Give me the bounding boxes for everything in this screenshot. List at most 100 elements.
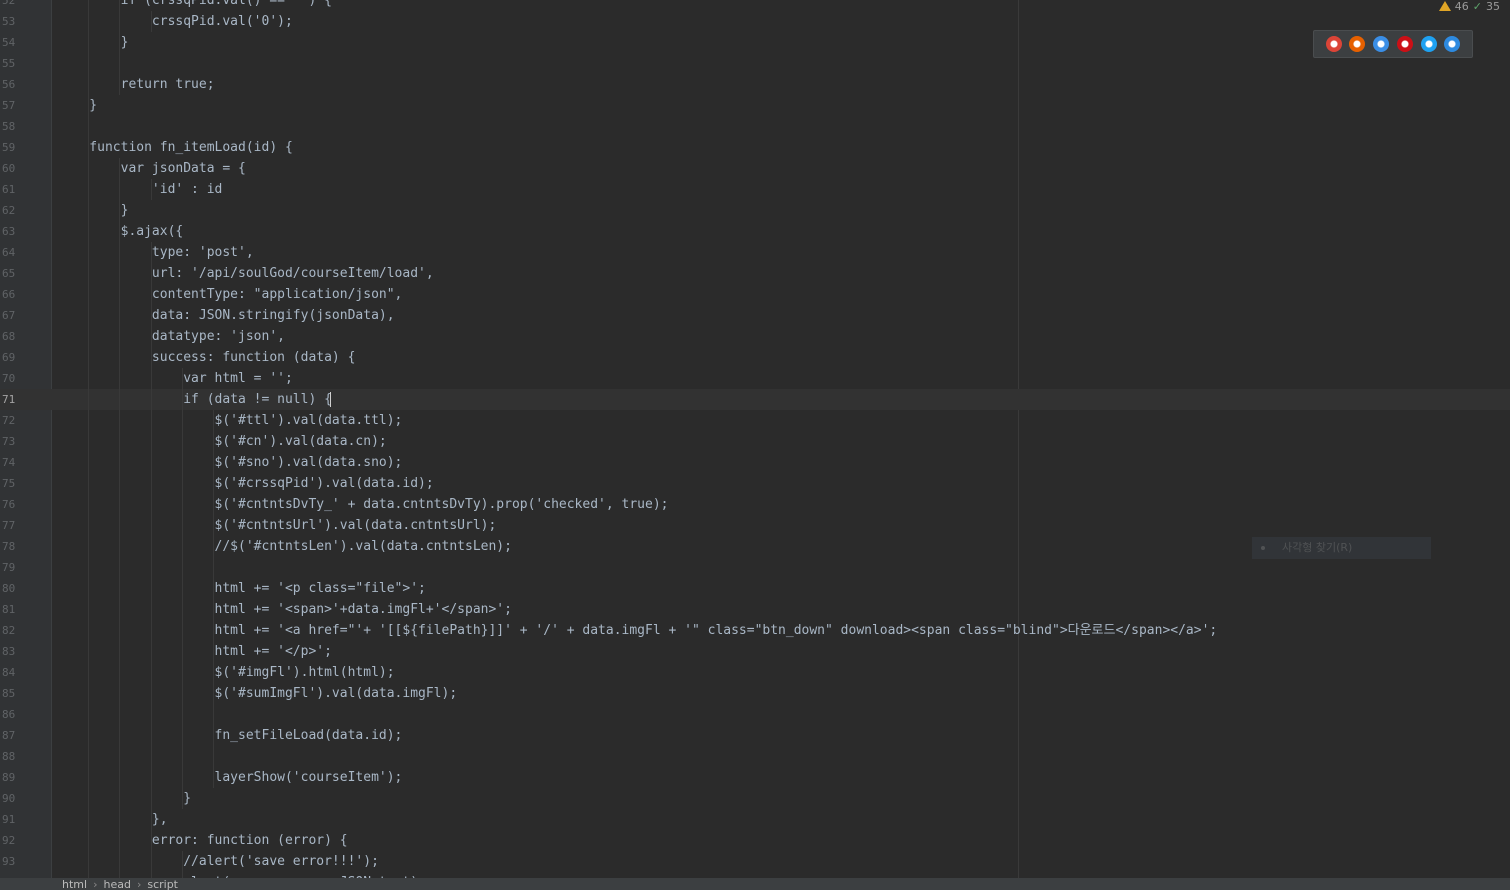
code-lines[interactable]: 52 if (crssqPid.val() == '') {53 crssqPi… (0, 0, 1510, 890)
code-line[interactable]: 91 }, (0, 809, 1510, 830)
code-text[interactable]: //alert('save error!!!'); (58, 851, 379, 872)
code-text[interactable]: var html = ''; (58, 368, 293, 389)
code-line[interactable]: 56 return true; (0, 74, 1510, 95)
code-line[interactable]: 89 layerShow('courseItem'); (0, 767, 1510, 788)
code-line[interactable]: 83 html += '</p>'; (0, 641, 1510, 662)
edge-icon[interactable] (1444, 36, 1461, 52)
code-line[interactable]: 58 (0, 116, 1510, 137)
code-text[interactable]: html += '<a href="'+ '[[${filePath}]]' +… (58, 620, 1218, 641)
code-line[interactable]: 54 } (0, 32, 1510, 53)
code-text[interactable]: contentType: "application/json", (58, 284, 402, 305)
code-line[interactable]: 79 (0, 557, 1510, 578)
code-line[interactable]: 70 var html = ''; (0, 368, 1510, 389)
code-line[interactable]: 75 $('#crssqPid').val(data.id); (0, 473, 1510, 494)
code-text[interactable]: //$('#cntntsLen').val(data.cntntsLen); (58, 536, 512, 557)
safari-icon[interactable] (1373, 36, 1390, 52)
code-text[interactable]: } (58, 95, 97, 116)
line-number: 80 (2, 582, 16, 595)
code-line[interactable]: 73 $('#cn').val(data.cn); (0, 431, 1510, 452)
line-number: 69 (2, 351, 16, 364)
code-text[interactable]: return true; (58, 74, 215, 95)
line-number: 88 (2, 750, 16, 763)
code-line[interactable]: 53 crssqPid.val('0'); (0, 11, 1510, 32)
code-text[interactable]: datatype: 'json', (58, 326, 285, 347)
code-line[interactable]: 93 //alert('save error!!!'); (0, 851, 1510, 872)
code-text[interactable]: } (58, 788, 191, 809)
code-text[interactable]: 'id' : id (58, 179, 222, 200)
code-text[interactable]: error: function (error) { (58, 830, 348, 851)
code-line[interactable]: 63 $.ajax({ (0, 221, 1510, 242)
code-text[interactable]: $.ajax({ (58, 221, 184, 242)
code-line[interactable]: 86 (0, 704, 1510, 725)
code-line[interactable]: 71 if (data != null) { (0, 389, 1510, 410)
code-line[interactable]: 80 html += '<p class="file">'; (0, 578, 1510, 599)
code-line[interactable]: 82 html += '<a href="'+ '[[${filePath}]]… (0, 620, 1510, 641)
code-line[interactable]: 81 html += '<span>'+data.imgFl+'</span>'… (0, 599, 1510, 620)
code-text[interactable]: $('#ttl').val(data.ttl); (58, 410, 403, 431)
code-text[interactable]: $('#sumImgFl').val(data.imgFl); (58, 683, 458, 704)
code-text[interactable]: $('#cntntsDvTy_' + data.cntntsDvTy).prop… (58, 494, 669, 515)
code-line[interactable]: 61 'id' : id (0, 179, 1510, 200)
code-line[interactable]: 76 $('#cntntsDvTy_' + data.cntntsDvTy).p… (0, 494, 1510, 515)
code-text[interactable]: } (58, 32, 129, 53)
code-text[interactable]: $('#crssqPid').val(data.id); (58, 473, 434, 494)
inspection-widget[interactable]: 46 ✓ 35 (1438, 0, 1500, 13)
code-line[interactable]: 87 fn_setFileLoad(data.id); (0, 725, 1510, 746)
code-text[interactable]: html += '<p class="file">'; (58, 578, 426, 599)
code-editor[interactable]: 52 if (crssqPid.val() == '') {53 crssqPi… (0, 0, 1510, 890)
code-text[interactable]: function fn_itemLoad(id) { (58, 137, 293, 158)
code-text[interactable]: layerShow('courseItem'); (58, 767, 403, 788)
code-line[interactable]: 64 type: 'post', (0, 242, 1510, 263)
code-line[interactable]: 52 if (crssqPid.val() == '') { (0, 0, 1510, 11)
code-line[interactable]: 69 success: function (data) { (0, 347, 1510, 368)
code-line[interactable]: 60 var jsonData = { (0, 158, 1510, 179)
code-text[interactable]: html += '<span>'+data.imgFl+'</span>'; (58, 599, 512, 620)
code-text[interactable]: $('#sno').val(data.sno); (58, 452, 403, 473)
code-line[interactable]: 57 } (0, 95, 1510, 116)
code-text[interactable]: if (crssqPid.val() == '') { (58, 0, 332, 11)
code-line[interactable]: 77 $('#cntntsUrl').val(data.cntntsUrl); (0, 515, 1510, 536)
breadcrumb-separator-icon: › (93, 878, 98, 890)
code-text[interactable]: $('#imgFl').html(html); (58, 662, 395, 683)
code-line[interactable]: 67 data: JSON.stringify(jsonData), (0, 305, 1510, 326)
code-text[interactable]: $('#cntntsUrl').val(data.cntntsUrl); (58, 515, 497, 536)
code-text[interactable]: success: function (data) { (58, 347, 356, 368)
code-line[interactable]: 62 } (0, 200, 1510, 221)
code-text[interactable]: if (data != null) { (58, 389, 332, 410)
code-line[interactable]: 85 $('#sumImgFl').val(data.imgFl); (0, 683, 1510, 704)
line-number: 68 (2, 330, 16, 343)
breadcrumb-item[interactable]: script (147, 878, 178, 890)
code-line[interactable]: 59 function fn_itemLoad(id) { (0, 137, 1510, 158)
code-line[interactable]: 55 (0, 53, 1510, 74)
chrome-icon[interactable] (1325, 36, 1342, 52)
breadcrumb: html › head › script (0, 878, 1510, 890)
line-number: 92 (2, 834, 16, 847)
line-number: 58 (2, 120, 16, 133)
firefox-icon[interactable] (1349, 36, 1366, 52)
code-text[interactable]: fn_setFileLoad(data.id); (58, 725, 403, 746)
line-number: 61 (2, 183, 16, 196)
code-line[interactable]: 65 url: '/api/soulGod/courseItem/load', (0, 263, 1510, 284)
code-line[interactable]: 74 $('#sno').val(data.sno); (0, 452, 1510, 473)
breadcrumb-separator-icon: › (136, 878, 142, 890)
code-text[interactable]: crssqPid.val('0'); (58, 11, 293, 32)
code-line[interactable]: 84 $('#imgFl').html(html); (0, 662, 1510, 683)
code-line[interactable]: 90 } (0, 788, 1510, 809)
code-text[interactable]: } (58, 200, 129, 221)
code-line[interactable]: 92 error: function (error) { (0, 830, 1510, 851)
ie-icon[interactable] (1420, 36, 1437, 52)
code-text[interactable]: $('#cn').val(data.cn); (58, 431, 387, 452)
code-text[interactable]: var jsonData = { (58, 158, 246, 179)
code-line[interactable]: 68 datatype: 'json', (0, 326, 1510, 347)
opera-icon[interactable] (1396, 36, 1413, 52)
code-line[interactable]: 72 $('#ttl').val(data.ttl); (0, 410, 1510, 431)
breadcrumb-item[interactable]: head (103, 878, 130, 890)
breadcrumb-item[interactable]: html (62, 878, 87, 890)
code-line[interactable]: 66 contentType: "application/json", (0, 284, 1510, 305)
line-number: 84 (2, 666, 16, 679)
code-text[interactable]: url: '/api/soulGod/courseItem/load', (58, 263, 434, 284)
line-number: 63 (2, 225, 16, 238)
code-text[interactable]: data: JSON.stringify(jsonData), (58, 305, 395, 326)
code-line[interactable]: 88 (0, 746, 1510, 767)
code-text[interactable]: html += '</p>'; (58, 641, 332, 662)
